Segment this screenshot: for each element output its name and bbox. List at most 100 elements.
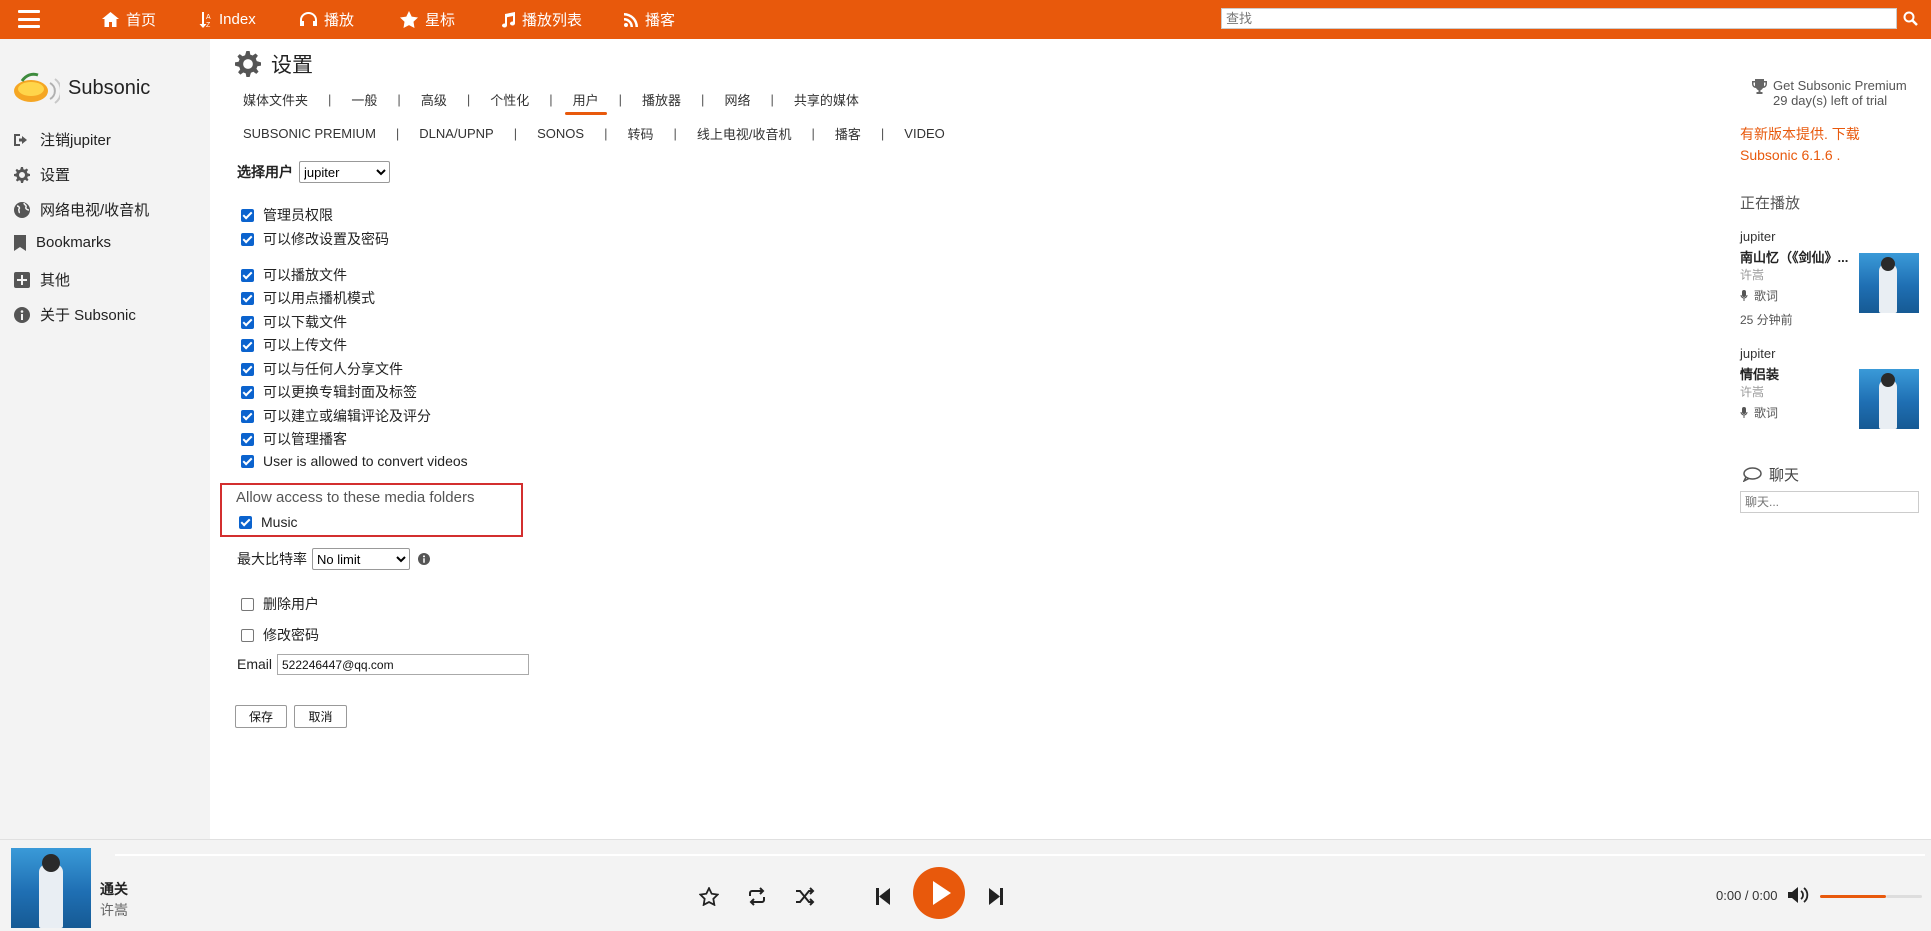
bitrate-row: 最大比特率 No limit [237, 548, 430, 570]
play-button[interactable] [913, 867, 965, 919]
sidebar-item-radio[interactable]: 网络电视/收音机 [14, 199, 149, 220]
tab-network[interactable]: 网络 [724, 90, 750, 109]
perm-stream-checkbox[interactable] [241, 268, 254, 282]
perm-jukebox-checkbox[interactable] [241, 291, 254, 305]
tab-personal[interactable]: 个性化 [490, 90, 529, 109]
tab-sonos[interactable]: SONOS [537, 126, 584, 141]
email-field[interactable] [277, 654, 529, 675]
change-password-checkbox[interactable] [241, 628, 254, 642]
bitrate-select[interactable]: No limit [312, 548, 410, 570]
microphone-icon [1740, 407, 1748, 418]
premium-line1: Get Subsonic Premium [1773, 78, 1907, 93]
perm-admin-checkbox[interactable] [241, 208, 254, 222]
premium-promo[interactable]: Get Subsonic Premium 29 day(s) left of t… [1752, 78, 1907, 108]
email-label: Email [237, 656, 273, 672]
np-artist[interactable]: 许嵩 [1740, 383, 1850, 400]
tab-advanced[interactable]: 高级 [421, 90, 447, 109]
svg-text:A: A [206, 14, 211, 21]
delete-user-checkbox[interactable] [241, 597, 254, 611]
cancel-button[interactable]: 取消 [294, 705, 347, 728]
np-user[interactable]: jupiter [1740, 346, 1850, 361]
previous-track-icon[interactable] [876, 888, 890, 905]
tab-video[interactable]: VIDEO [904, 126, 944, 141]
player-album-cover[interactable] [11, 848, 91, 928]
info-icon[interactable] [418, 553, 430, 565]
volume-slider-track[interactable] [1886, 895, 1922, 898]
sidebar-item-logout[interactable]: 注销jupiter [14, 129, 111, 150]
tab-dlna[interactable]: DLNA/UPNP [419, 126, 493, 141]
np-album-cover[interactable] [1859, 253, 1919, 313]
brand-logo[interactable]: Subsonic [12, 69, 150, 107]
tab-podcast[interactable]: 播客 [835, 124, 861, 143]
perm-video-checkbox[interactable] [241, 454, 254, 468]
star-icon [400, 11, 418, 28]
volume-icon[interactable] [1788, 886, 1810, 904]
np-album-cover[interactable] [1859, 369, 1919, 429]
menu-hamburger-icon[interactable] [18, 10, 40, 28]
tab-media-folders[interactable]: 媒体文件夹 [243, 90, 308, 109]
home-icon [102, 12, 119, 27]
search-input[interactable] [1221, 8, 1897, 29]
sort-alpha-icon: AZ [199, 11, 211, 28]
perm-coverart-row: 可以更换专辑封面及标签 [241, 382, 417, 402]
user-select[interactable]: jupiter [299, 161, 390, 183]
now-playing-entry: jupiter 情侣装 许嵩 歌词 [1740, 346, 1850, 421]
sidebar-item-settings[interactable]: 设置 [14, 164, 70, 185]
perm-share-checkbox[interactable] [241, 362, 254, 376]
np-lyrics-link[interactable]: 歌词 [1740, 287, 1850, 304]
nav-home[interactable]: 首页 [102, 0, 156, 39]
sidebar-item-more[interactable]: 其他 [14, 269, 70, 290]
delete-user-label: 删除用户 [263, 596, 319, 612]
shuffle-icon[interactable] [795, 887, 815, 906]
tab-separator: | [549, 92, 553, 107]
star-icon[interactable] [699, 887, 719, 906]
tab-users[interactable]: 用户 [564, 90, 607, 115]
perm-download-checkbox[interactable] [241, 315, 254, 329]
sidebar-item-bookmarks[interactable]: Bookmarks [14, 234, 111, 251]
tab-transcoding[interactable]: 转码 [627, 124, 653, 143]
perm-upload-checkbox[interactable] [241, 338, 254, 352]
search-icon[interactable] [1903, 11, 1918, 26]
tab-shared-media[interactable]: 共享的媒体 [794, 90, 859, 109]
new-version-link[interactable]: 有新版本提供. 下载 Subsonic 6.1.6 . [1740, 124, 1900, 166]
nav-playlists-label: 播放列表 [522, 12, 583, 29]
folder-music-checkbox[interactable] [239, 515, 252, 529]
perm-podcast-checkbox[interactable] [241, 432, 254, 446]
save-button[interactable]: 保存 [235, 705, 287, 728]
nav-index[interactable]: AZ Index [199, 0, 256, 39]
tab-general[interactable]: 一般 [351, 90, 377, 109]
perm-comment-checkbox[interactable] [241, 409, 254, 423]
chat-input[interactable] [1740, 491, 1919, 513]
tab-separator: | [701, 92, 705, 107]
np-lyrics-link[interactable]: 歌词 [1740, 404, 1850, 421]
np-song[interactable]: 南山忆（《剑仙》... [1740, 247, 1850, 266]
sidebar-item-about[interactable]: 关于 Subsonic [14, 304, 136, 325]
player-song-title[interactable]: 通关 [100, 879, 128, 899]
np-artist[interactable]: 许嵩 [1740, 266, 1850, 283]
nav-playlists[interactable]: 播放列表 [500, 0, 582, 39]
progress-track[interactable] [115, 854, 1925, 856]
perm-settings-checkbox[interactable] [241, 232, 254, 246]
volume-slider-fill[interactable] [1820, 895, 1886, 898]
rss-icon [624, 12, 638, 27]
nav-play[interactable]: 播放 [300, 0, 354, 39]
perm-comment-label: 可以建立或编辑评论及评分 [263, 408, 431, 424]
np-user[interactable]: jupiter [1740, 229, 1850, 244]
perm-coverart-checkbox[interactable] [241, 385, 254, 399]
brand-name: Subsonic [68, 76, 151, 99]
np-song[interactable]: 情侣装 [1740, 364, 1850, 383]
repeat-icon[interactable] [747, 887, 767, 906]
chat-bubble-icon [1743, 467, 1762, 482]
tab-premium[interactable]: SUBSONIC PREMIUM [243, 126, 376, 141]
settings-tabs-row2: SUBSONIC PREMIUM | DLNA/UPNP | SONOS | 转码 | … [243, 124, 945, 143]
top-navbar: 首页 AZ Index 播放 星标 播放列表 播客 [0, 0, 1931, 39]
nav-podcast[interactable]: 播客 [624, 0, 675, 39]
player-artist[interactable]: 许嵩 [100, 900, 128, 920]
tab-separator: | [466, 92, 471, 107]
tab-separator: | [328, 92, 332, 107]
next-track-icon[interactable] [989, 888, 1003, 905]
nav-starred[interactable]: 星标 [400, 0, 455, 39]
tab-internet-radio[interactable]: 线上电视/收音机 [697, 124, 792, 143]
perm-stream-row: 可以播放文件 [241, 265, 347, 285]
tab-players[interactable]: 播放器 [642, 90, 681, 109]
